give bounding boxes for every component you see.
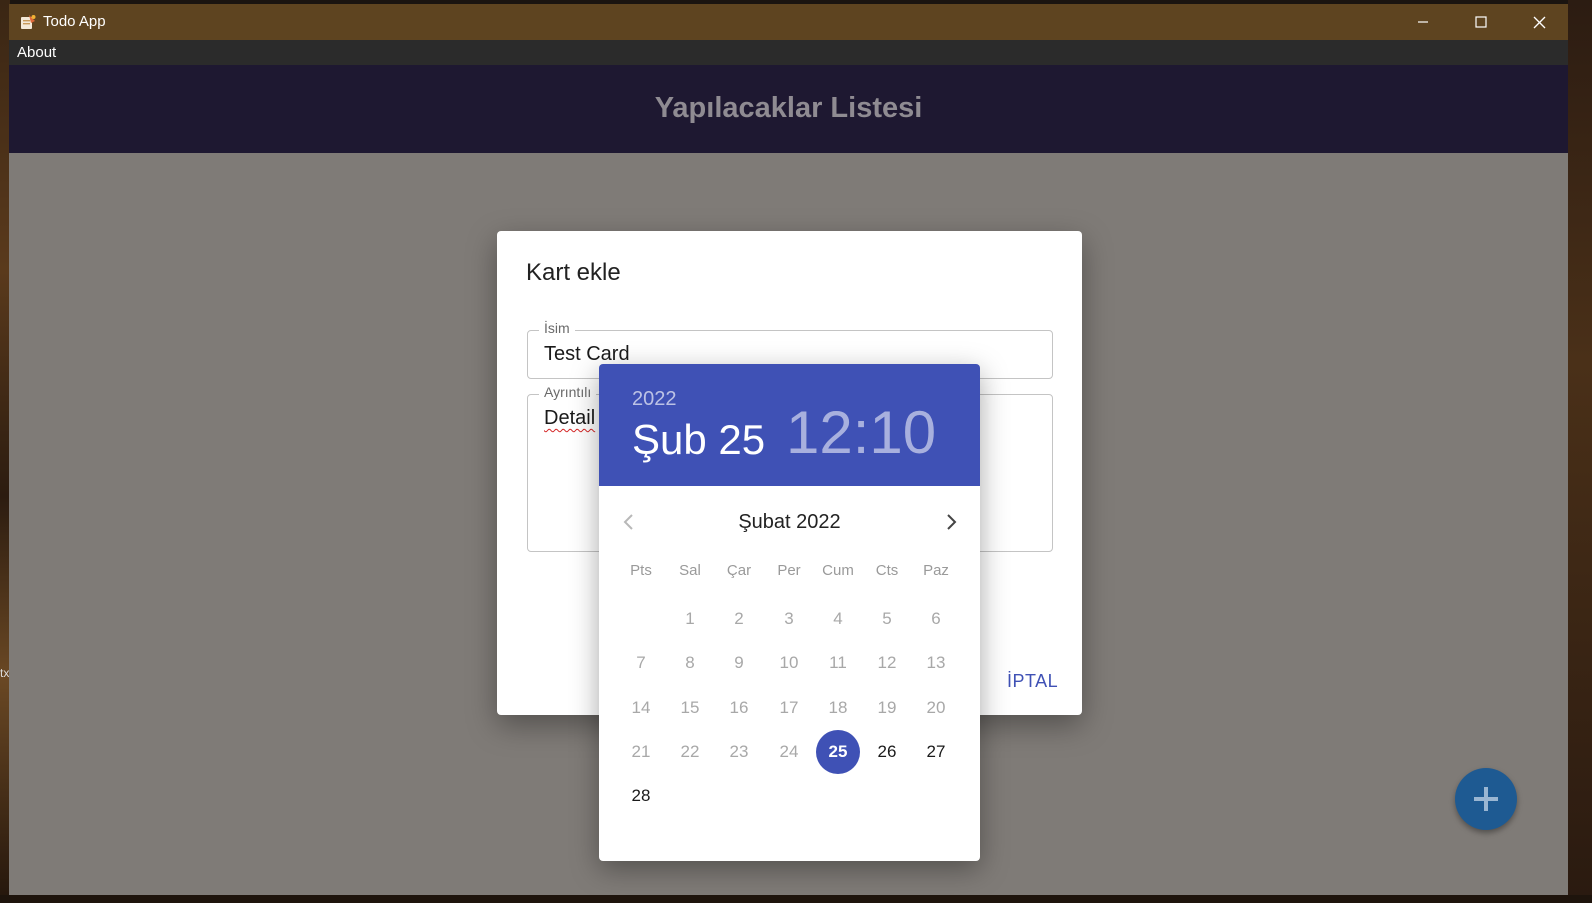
calendar-day: 5 — [882, 609, 892, 628]
name-field-label: İsim — [539, 320, 575, 336]
weekday-label: Çar — [726, 562, 752, 579]
weekday-label: Cts — [875, 562, 899, 579]
add-card-button[interactable] — [1455, 768, 1517, 830]
calendar-day[interactable]: 27 — [914, 730, 958, 774]
calendar-day: 23 — [729, 742, 749, 761]
calendar-day: 24 — [779, 742, 799, 761]
selected-year[interactable]: 2022 — [632, 388, 677, 411]
date-picker: 2022 Şub 25 12:10 Şubat 2022 Pts Sal Çar Pe… — [599, 364, 980, 861]
calendar-day: 6 — [931, 609, 941, 628]
details-field-value[interactable]: Detail — [544, 407, 595, 430]
name-field-value[interactable]: Test Card — [544, 343, 630, 366]
calendar-day: 7 — [636, 653, 646, 672]
calendar-day: 13 — [926, 653, 946, 672]
calendar-day: 20 — [926, 698, 946, 717]
calendar-day: 15 — [680, 698, 700, 717]
maximize-icon — [1475, 16, 1487, 28]
calendar-day: 9 — [734, 653, 744, 672]
minimize-button[interactable] — [1394, 4, 1452, 40]
selected-hour[interactable]: 12 — [786, 399, 853, 466]
time-separator: : — [852, 399, 870, 466]
calendar-day: 17 — [779, 698, 799, 717]
weekday-label: Per — [777, 562, 801, 579]
calendar-day: 1 — [685, 609, 695, 628]
todo-app-icon — [21, 15, 36, 29]
cancel-button[interactable]: İPTAL — [1007, 671, 1058, 692]
next-month-icon[interactable] — [941, 512, 961, 532]
desktop-background-bottom — [0, 895, 1592, 903]
selected-time[interactable]: 12:10 — [786, 398, 936, 467]
calendar-day: 3 — [784, 609, 794, 628]
minimize-icon — [1418, 21, 1428, 23]
app-header: Yapılacaklar Listesi — [9, 65, 1568, 153]
selected-minute[interactable]: 10 — [869, 399, 936, 466]
details-field-label: Ayrıntılı — [539, 384, 597, 400]
calendar-day-selected[interactable]: 25 — [816, 730, 860, 774]
calendar-day: 2 — [734, 609, 744, 628]
calendar-day: 14 — [631, 698, 651, 717]
menu-about[interactable]: About — [17, 44, 56, 61]
desktop-background-right — [1568, 0, 1592, 903]
calendar-day: 4 — [833, 609, 843, 628]
calendar-day: 19 — [877, 698, 897, 717]
weekday-label: Paz — [923, 562, 949, 579]
calendar-day: 12 — [877, 653, 897, 672]
title-bar: Todo App — [9, 4, 1568, 40]
selected-date[interactable]: Şub 25 — [632, 416, 765, 464]
maximize-button[interactable] — [1452, 4, 1510, 40]
calendar-day: 21 — [631, 742, 651, 761]
desktop-text-fragment: tx — [0, 666, 10, 680]
page-title: Yapılacaklar Listesi — [654, 92, 923, 124]
calendar-day: 10 — [779, 653, 799, 672]
dialog-title: Kart ekle — [526, 259, 621, 286]
app-window: Todo App About Yapılacaklar Listesi Kart… — [9, 4, 1568, 895]
month-title: Şubat 2022 — [738, 511, 841, 533]
close-icon — [1533, 16, 1545, 28]
calendar-day[interactable]: 28 — [619, 774, 663, 818]
window-title: Todo App — [43, 13, 106, 30]
date-picker-header: 2022 Şub 25 12:10 — [599, 364, 980, 486]
calendar-day: 11 — [829, 653, 847, 672]
weekday-label: Pts — [630, 562, 652, 579]
menu-bar: About — [9, 40, 1568, 65]
calendar-day[interactable]: 26 — [865, 730, 909, 774]
close-button[interactable] — [1510, 4, 1568, 40]
calendar-day: 8 — [685, 653, 695, 672]
weekday-label: Cum — [822, 562, 854, 579]
calendar-day: 22 — [680, 742, 700, 761]
calendar-day: 16 — [729, 698, 749, 717]
plus-icon — [1474, 787, 1498, 811]
calendar-day: 18 — [828, 698, 848, 717]
weekday-label: Sal — [679, 562, 701, 579]
